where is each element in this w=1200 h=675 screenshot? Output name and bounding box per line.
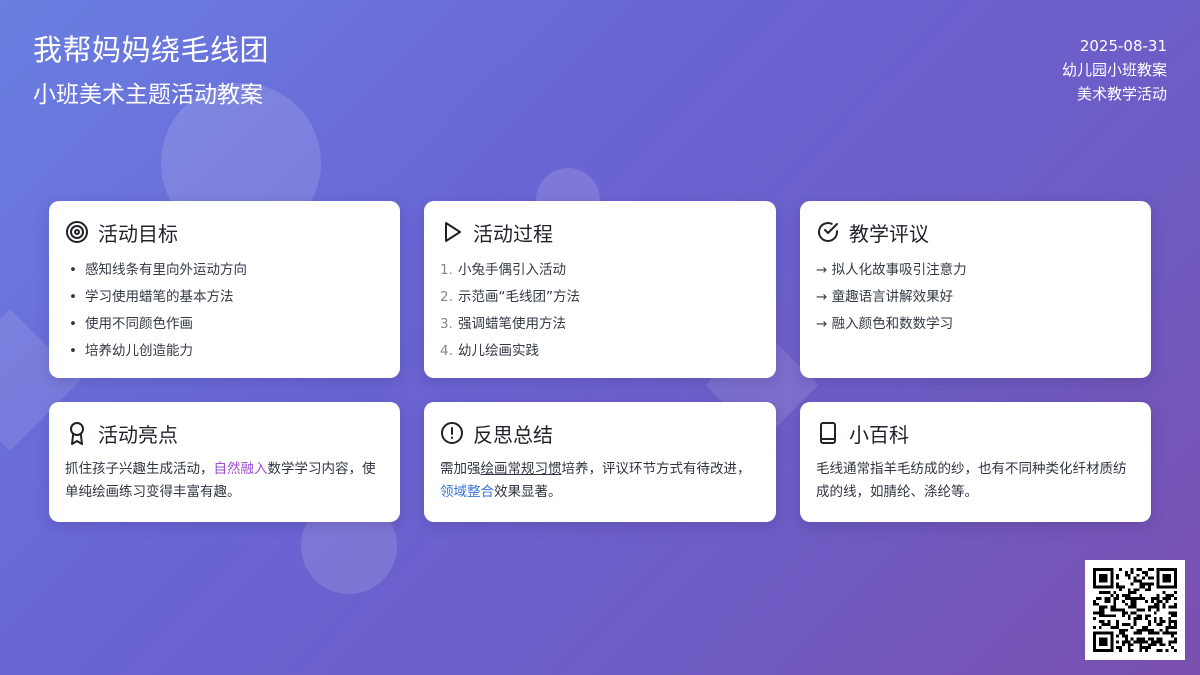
card-title: 活动亮点	[98, 422, 178, 447]
grade-label: 幼儿园小班教案	[1061, 61, 1167, 79]
list-item: 4. 幼儿绘画实践	[440, 343, 539, 359]
card-reflection: 反思总结 需加强绘画常规习惯培养，评议环节方式有待改进，领域整合效果显著。	[424, 402, 776, 522]
date-label: 2025-08-31	[1079, 37, 1167, 55]
card-goals: 活动目标 感知线条有里向外运动方向 学习使用蜡笔的基本方法 使用不同颜色作画 培…	[49, 201, 400, 378]
reflection-text: 需加强绘画常规习惯培养，评议环节方式有待改进，领域整合效果显著。	[440, 461, 751, 500]
list-item: 3. 强调蜡笔使用方法	[440, 316, 566, 332]
card-wiki: 小百科 毛线通常指羊毛纺成的纱，也有不同种类化纤材质纺成的线，如腈纶、涤纶等。	[800, 402, 1151, 522]
header-meta: 2025-08-31 幼儿园小班教案 美术教学活动	[1062, 34, 1167, 106]
highlights-text: 抓住孩子兴趣生成活动，自然融入数学学习内容，使单纯绘画练习变得丰富有趣。	[65, 461, 376, 500]
list-item: → 童趣语言讲解效果好	[816, 289, 954, 305]
list-item: → 融入颜色和数数学习	[816, 316, 954, 332]
book-icon	[820, 422, 836, 444]
list-item: 学习使用蜡笔的基本方法	[65, 284, 384, 311]
header-left: 我帮妈妈绕毛线团 小班美术主题活动教案	[33, 30, 269, 114]
emphasis-text: 自然融入	[213, 461, 268, 477]
category-label: 美术教学活动	[1076, 85, 1167, 103]
play-icon	[445, 222, 461, 242]
process-list: 1. 小兔手偶引入活动 2. 示范画“毛线团”方法 3. 强调蜡笔使用方法 4. 幼儿绘…	[440, 257, 760, 365]
card-title: 小百科	[849, 422, 909, 447]
list-item: 2. 示范画“毛线团”方法	[440, 289, 580, 305]
list-item: 培养幼儿创造能力	[65, 338, 384, 365]
emphasis-text: 绘画常规习惯	[480, 461, 562, 477]
card-title: 活动过程	[473, 221, 553, 246]
wiki-text: 毛线通常指羊毛纺成的纱，也有不同种类化纤材质纺成的线，如腈纶、涤纶等。	[816, 461, 1127, 500]
alert-circle-icon	[441, 422, 463, 444]
card-review: 教学评议 → 拟人化故事吸引注意力 → 童趣语言讲解效果好 → 融入颜色和数数学…	[800, 201, 1151, 378]
card-highlights: 活动亮点 抓住孩子兴趣生成活动，自然融入数学学习内容，使单纯绘画练习变得丰富有趣…	[49, 402, 400, 522]
card-title: 活动目标	[98, 221, 178, 246]
page-subtitle: 小班美术主题活动教案	[33, 82, 263, 108]
list-item: → 拟人化故事吸引注意力	[816, 262, 967, 278]
card-title: 反思总结	[473, 422, 553, 447]
check-circle-icon	[818, 222, 838, 242]
target-icon	[66, 221, 88, 243]
list-item: 1. 小兔手偶引入活动	[440, 262, 566, 278]
list-item: 使用不同颜色作画	[65, 311, 384, 338]
emphasis-text: 领域整合	[440, 484, 494, 500]
list-item: 感知线条有里向外运动方向	[65, 257, 384, 284]
page-title: 我帮妈妈绕毛线团	[33, 33, 270, 67]
qr-code[interactable]	[1085, 560, 1185, 660]
goals-list: 感知线条有里向外运动方向 学习使用蜡笔的基本方法 使用不同颜色作画 培养幼儿创造…	[65, 257, 384, 365]
card-process: 活动过程 1. 小兔手偶引入活动 2. 示范画“毛线团”方法 3. 强调蜡笔使用方法 …	[424, 201, 776, 378]
qr-code-image	[1093, 568, 1177, 652]
award-icon	[70, 422, 84, 445]
card-title: 教学评议	[849, 221, 929, 246]
